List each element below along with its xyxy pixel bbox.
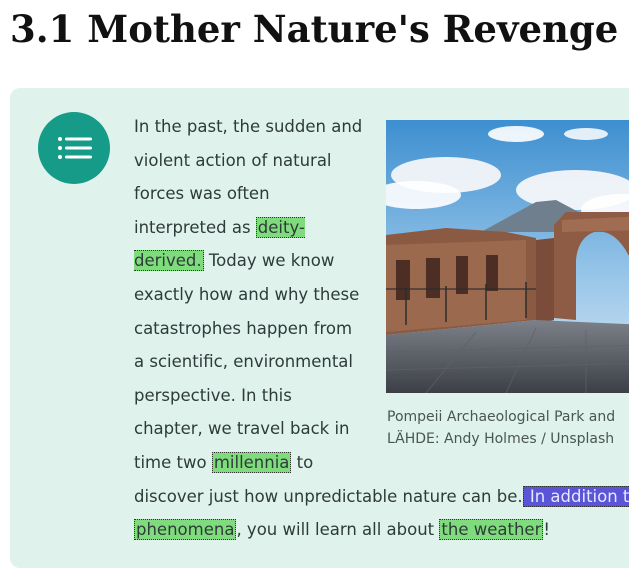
highlight-the-weather[interactable]: the weather: [439, 519, 544, 541]
page-title: 3.1 Mother Nature's Revenge: [10, 7, 619, 51]
intro-text-segment: !: [543, 520, 550, 540]
highlight-phenomena[interactable]: phenomena: [134, 519, 237, 541]
caption-title: Pompeii Archaeological Park and: [387, 409, 616, 425]
intro-text-segment: Today we know exactly how and why these …: [134, 251, 360, 472]
intro-text-segment: , you will learn all about: [236, 520, 440, 540]
highlight-selected-text[interactable]: In addition t: [522, 485, 629, 507]
list-icon: [58, 137, 92, 159]
menu-button[interactable]: [38, 112, 110, 184]
pompeii-photo: [386, 120, 629, 393]
photo-caption: Pompeii Archaeological Park and LÄHDE: A…: [387, 406, 629, 450]
highlight-millennia[interactable]: millennia: [211, 451, 292, 473]
caption-credit: LÄHDE: Andy Holmes / Unsplash: [387, 431, 615, 447]
content-panel: In the past, the sudden and violent acti…: [10, 88, 629, 568]
intro-text-segment: In the past, the sudden and violent acti…: [134, 117, 363, 237]
